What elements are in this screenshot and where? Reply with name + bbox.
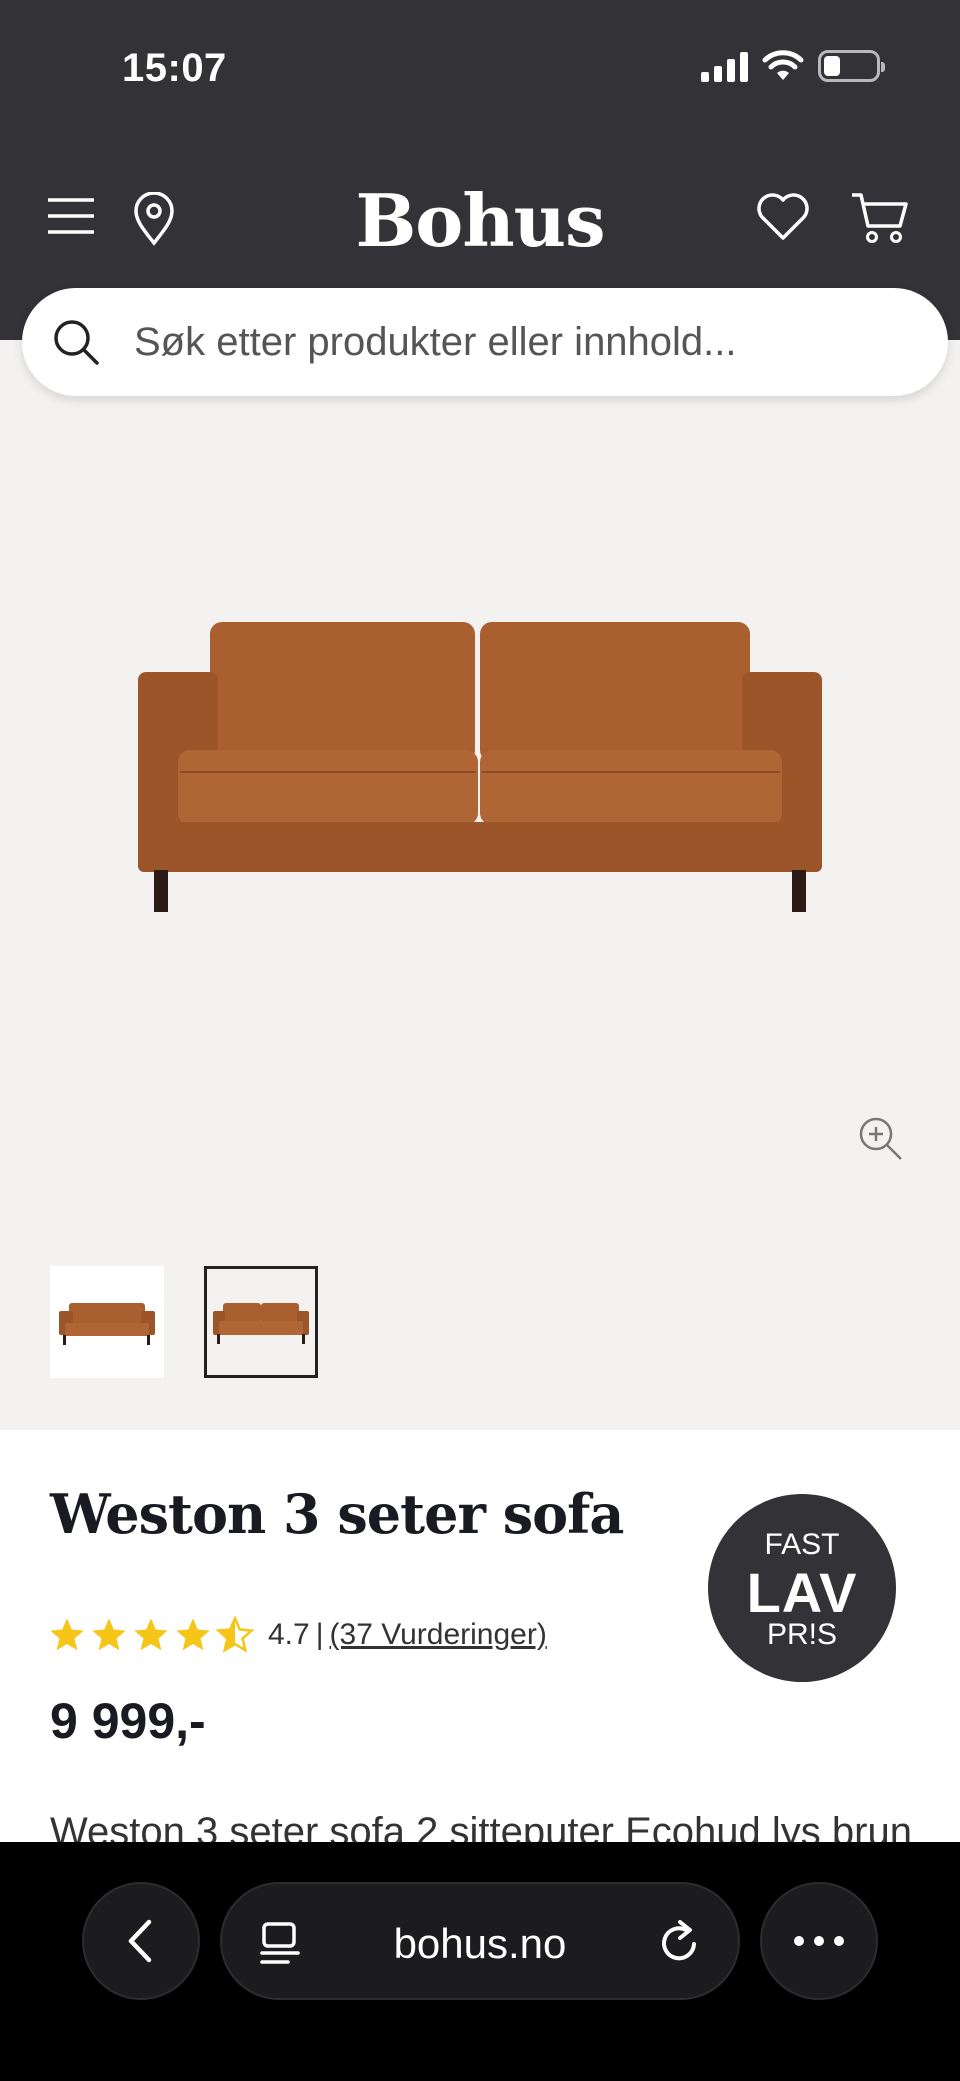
- star-icon: [134, 1618, 168, 1651]
- more-dots-icon: [794, 1936, 844, 1946]
- wifi-icon: [762, 50, 804, 80]
- product-rating: 4.7 | (37 Vurderinger): [48, 1616, 547, 1654]
- search-icon[interactable]: [52, 318, 100, 366]
- product-title: Weston 3 seter sofa: [50, 1482, 624, 1546]
- rating-separator: |: [315, 1618, 324, 1651]
- search-bar[interactable]: [22, 288, 948, 396]
- cellular-signal-icon: [701, 50, 748, 82]
- reload-icon[interactable]: [658, 1918, 702, 1966]
- product-price: 9 999,-: [50, 1693, 206, 1749]
- product-info: Weston 3 seter sofa FAST LAV PR!S 4.7 | …: [0, 1430, 960, 1842]
- product-main-image[interactable]: [130, 620, 830, 920]
- wishlist-heart-icon[interactable]: [756, 192, 810, 242]
- cart-icon[interactable]: [850, 190, 910, 246]
- reviews-link[interactable]: (37 Vurderinger): [330, 1618, 547, 1652]
- thumbnail-2[interactable]: [204, 1266, 318, 1378]
- rating-value: 4.7: [268, 1618, 310, 1651]
- address-bar[interactable]: bohus.no: [220, 1882, 740, 2000]
- product-gallery: [0, 340, 960, 1430]
- star-icon: [50, 1618, 84, 1651]
- thumbnail-1[interactable]: [50, 1266, 164, 1378]
- fast-lav-pris-badge: FAST LAV PR!S: [708, 1494, 896, 1682]
- main-nav: Bohus: [0, 170, 960, 270]
- star-icon: [176, 1618, 210, 1651]
- badge-line-2: LAV: [746, 1561, 858, 1624]
- zoom-in-icon[interactable]: [858, 1116, 904, 1162]
- badge-line-1: FAST: [764, 1528, 840, 1561]
- search-input[interactable]: [134, 319, 874, 365]
- rating-stars: [48, 1616, 254, 1654]
- status-icons: [701, 50, 885, 82]
- product-description: Weston 3 seter sofa 2 sitteputer Ecohud …: [50, 1810, 912, 1842]
- thumbnail-image: [213, 1303, 309, 1344]
- star-icon: [92, 1618, 126, 1651]
- bohus-logo[interactable]: Bohus: [0, 178, 960, 263]
- chevron-left-icon: [128, 1919, 152, 1963]
- status-time: 15:07: [122, 46, 227, 90]
- half-star-icon: [216, 1616, 254, 1653]
- badge-line-3: PR!S: [766, 1618, 838, 1651]
- browser-toolbar: bohus.no: [0, 1842, 960, 2081]
- back-button[interactable]: [82, 1882, 200, 2000]
- battery-icon: [818, 50, 885, 82]
- more-options-button[interactable]: [760, 1882, 878, 2000]
- thumbnail-image: [59, 1303, 155, 1345]
